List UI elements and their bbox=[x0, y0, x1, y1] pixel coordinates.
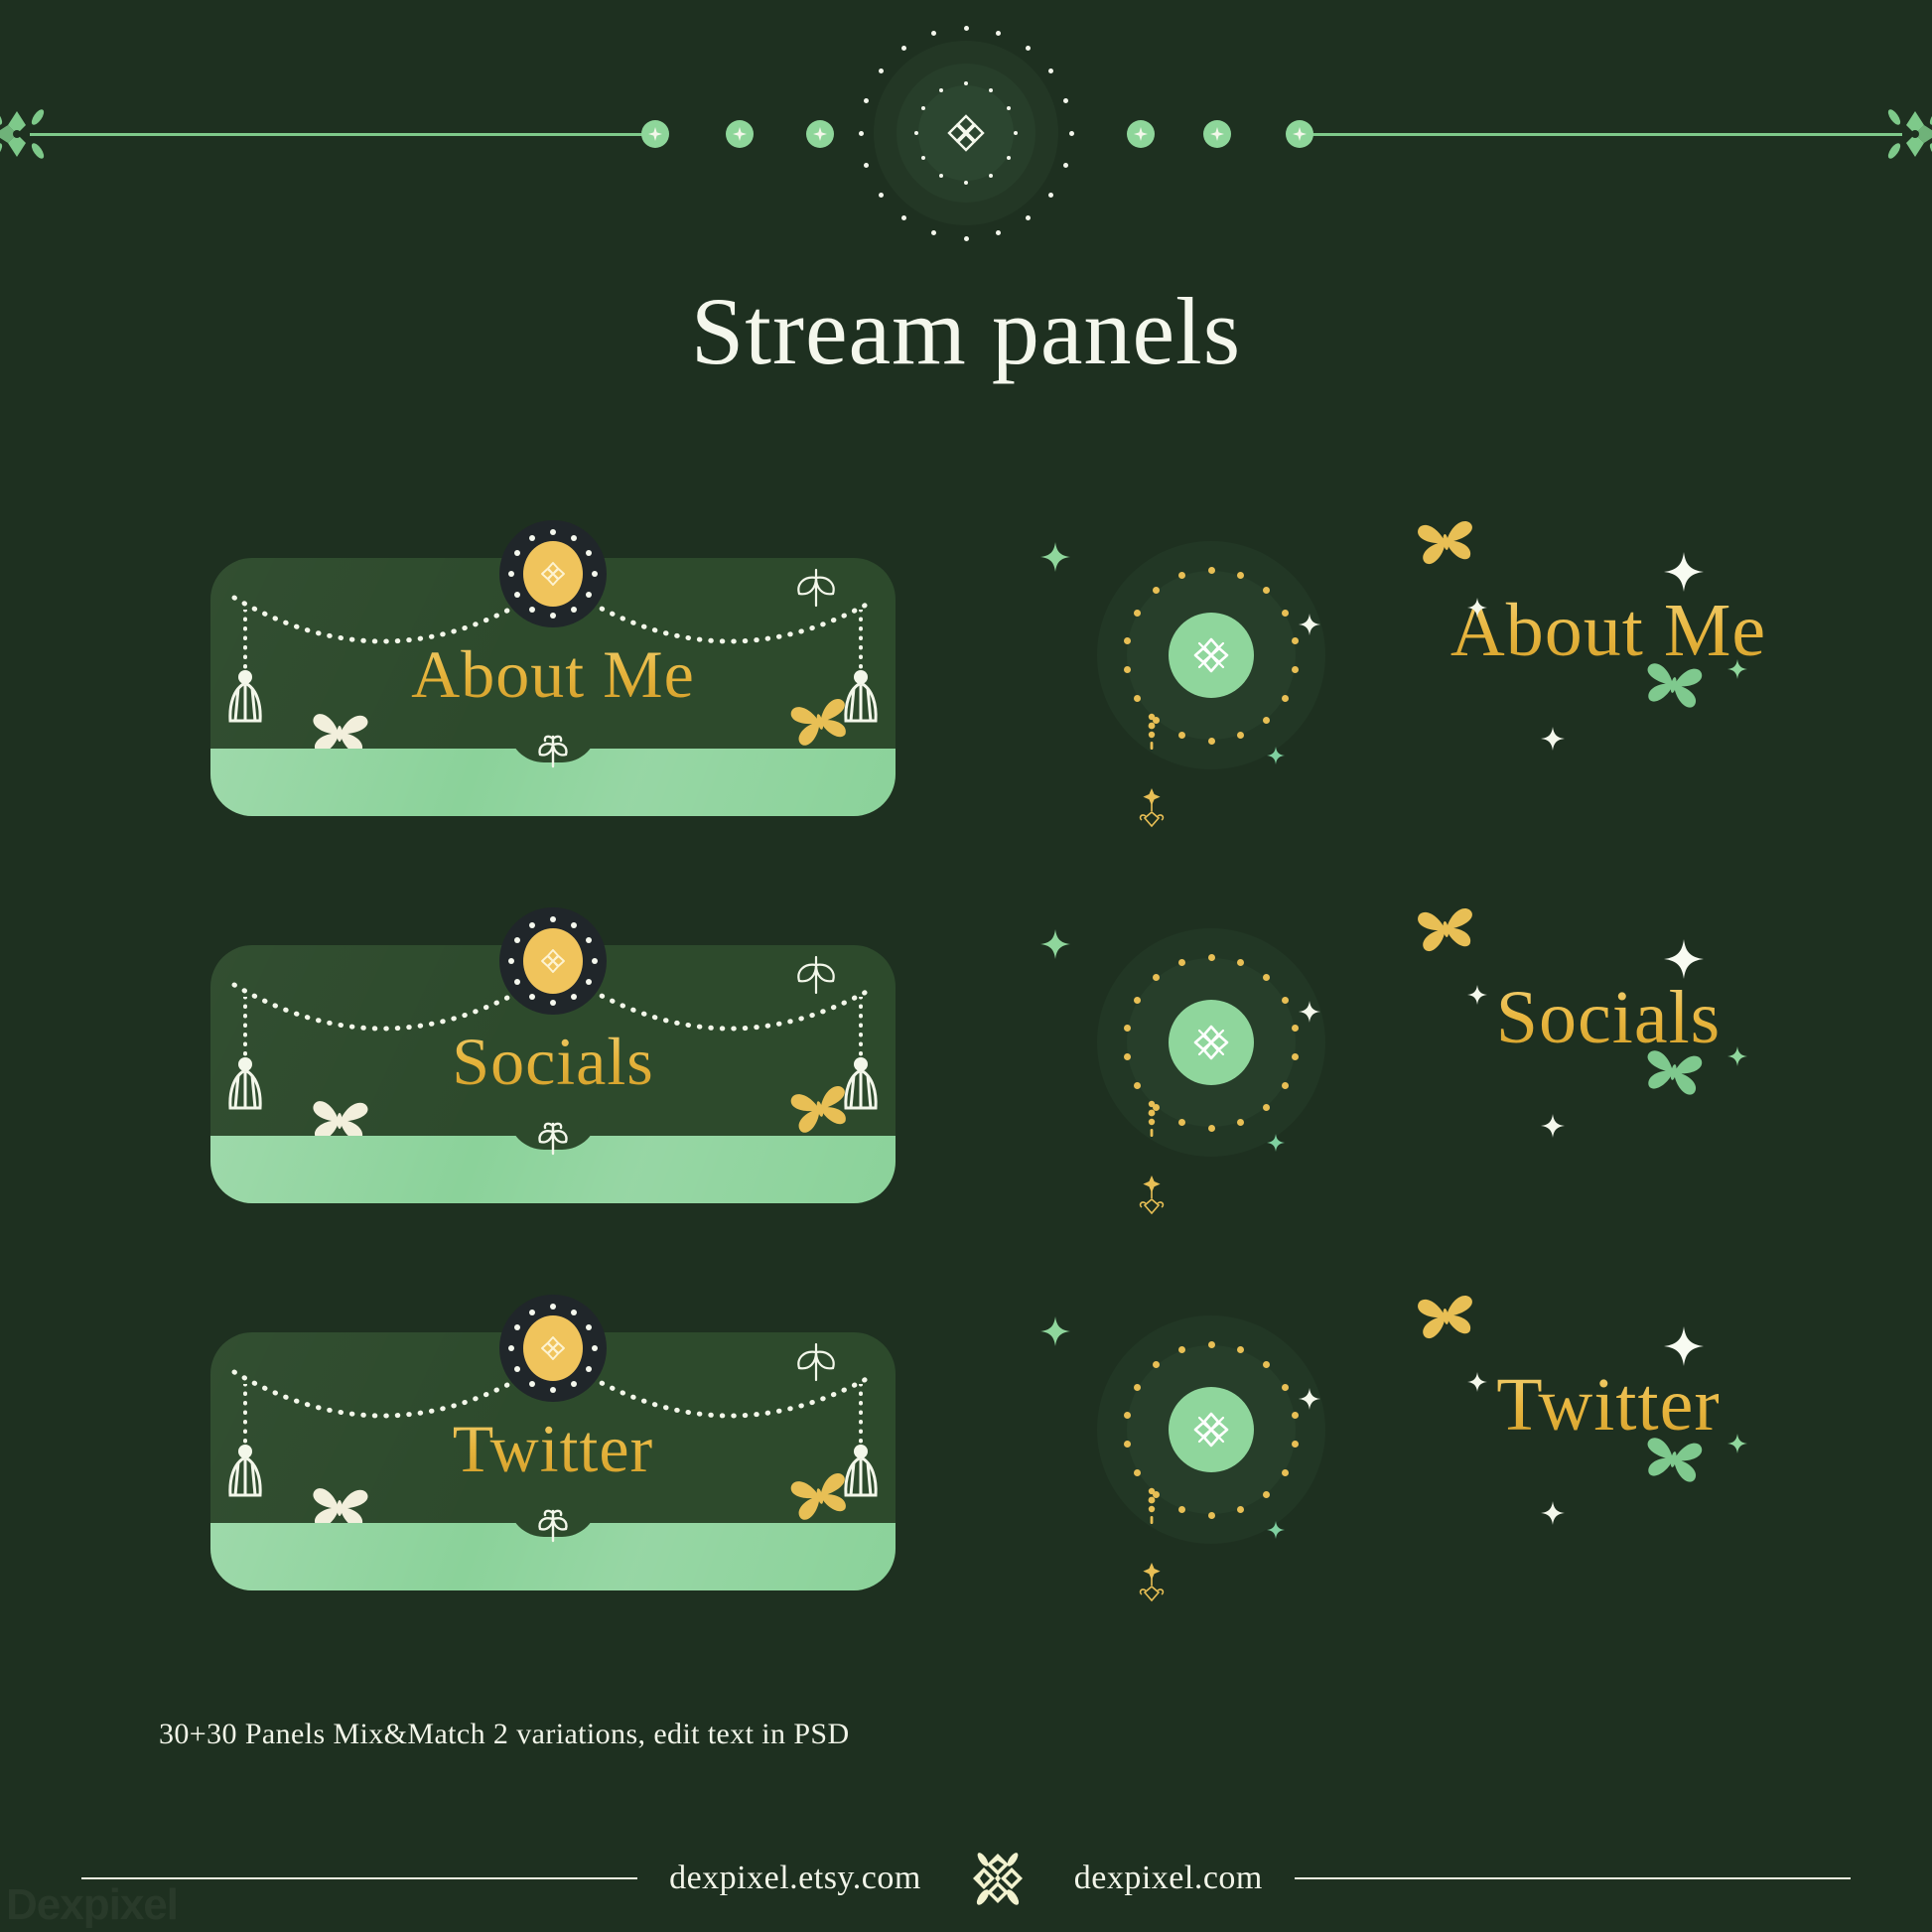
watermark: Dexpixel bbox=[6, 1880, 179, 1929]
panel-rows: About Me About Me Socials Socials Twitte… bbox=[0, 0, 1932, 1932]
four-point-sparkle-icon bbox=[1299, 1388, 1320, 1410]
footer: dexpixel.etsy.com dexpixel.com bbox=[0, 1849, 1932, 1908]
variant-label: Twitter bbox=[1360, 1362, 1857, 1449]
four-point-sparkle-icon bbox=[1664, 1326, 1704, 1366]
sun-badge[interactable] bbox=[491, 1287, 615, 1410]
crescent-moon-pendant-icon bbox=[1128, 1487, 1175, 1606]
panel-row: Socials Socials bbox=[0, 884, 1932, 1281]
four-point-sparkle-icon bbox=[1267, 747, 1285, 764]
crescent-moon-pendant-icon bbox=[1128, 713, 1175, 832]
green-butterfly-icon bbox=[1638, 1427, 1710, 1488]
variant-label: Socials bbox=[1360, 975, 1857, 1061]
panel-label: Twitter bbox=[210, 1410, 896, 1488]
panel-row: About Me About Me bbox=[0, 496, 1932, 894]
four-point-sparkle-icon bbox=[1267, 1134, 1285, 1152]
four-point-sparkle-icon bbox=[1467, 985, 1487, 1005]
four-point-sparkle-icon bbox=[1040, 1316, 1070, 1346]
quatrefoil-orb-icon bbox=[1169, 1000, 1254, 1085]
panel-row: Twitter Twitter bbox=[0, 1271, 1932, 1668]
quatrefoil-orb-icon bbox=[1169, 613, 1254, 698]
footer-rule-left bbox=[81, 1877, 638, 1879]
gold-butterfly-icon bbox=[1411, 897, 1481, 957]
four-point-sparkle-icon bbox=[1040, 542, 1070, 572]
four-point-sparkle-icon bbox=[1299, 614, 1320, 635]
four-point-sparkle-icon bbox=[1664, 939, 1704, 979]
sprig-icon bbox=[532, 1118, 574, 1158]
crescent-moon-pendant-icon bbox=[1128, 1100, 1175, 1219]
variant-label: About Me bbox=[1360, 588, 1857, 674]
sprig-icon bbox=[532, 1505, 574, 1545]
panel-label: Socials bbox=[210, 1023, 896, 1101]
gold-butterfly-icon bbox=[1411, 510, 1481, 570]
green-butterfly-icon bbox=[1638, 1039, 1710, 1101]
stream-panel-variant[interactable]: Socials bbox=[1033, 908, 1857, 1241]
sun-quatrefoil-icon bbox=[523, 928, 583, 994]
four-point-sparkle-icon bbox=[1727, 659, 1747, 679]
four-point-sparkle-icon bbox=[1727, 1046, 1747, 1066]
quatrefoil-orb-icon bbox=[1169, 1387, 1254, 1472]
sun-badge[interactable] bbox=[491, 899, 615, 1023]
green-butterfly-icon bbox=[1638, 652, 1710, 714]
four-point-sparkle-icon bbox=[1467, 598, 1487, 618]
quatrefoil-logo-icon bbox=[972, 1853, 1023, 1905]
four-point-sparkle-icon bbox=[1727, 1434, 1747, 1453]
stream-panel-variant[interactable]: About Me bbox=[1033, 521, 1857, 854]
four-point-sparkle-icon bbox=[1040, 929, 1070, 959]
four-point-sparkle-icon bbox=[1267, 1521, 1285, 1539]
sun-badge[interactable] bbox=[491, 512, 615, 635]
footer-site-link[interactable]: dexpixel.com bbox=[1074, 1860, 1263, 1897]
sun-quatrefoil-icon bbox=[523, 541, 583, 607]
four-point-sparkle-icon bbox=[1664, 552, 1704, 592]
sun-quatrefoil-icon bbox=[523, 1315, 583, 1381]
footer-etsy-link[interactable]: dexpixel.etsy.com bbox=[669, 1860, 921, 1897]
four-point-sparkle-icon bbox=[1541, 727, 1565, 751]
sprig-icon bbox=[532, 731, 574, 770]
four-point-sparkle-icon bbox=[1541, 1501, 1565, 1525]
panel-label: About Me bbox=[210, 635, 896, 714]
stream-panel-variant[interactable]: Twitter bbox=[1033, 1296, 1857, 1628]
caption-text: 30+30 Panels Mix&Match 2 variations, edi… bbox=[159, 1718, 850, 1750]
four-point-sparkle-icon bbox=[1467, 1372, 1487, 1392]
four-point-sparkle-icon bbox=[1299, 1001, 1320, 1023]
gold-butterfly-icon bbox=[1411, 1285, 1481, 1344]
footer-rule-right bbox=[1294, 1877, 1851, 1879]
four-point-sparkle-icon bbox=[1541, 1114, 1565, 1138]
